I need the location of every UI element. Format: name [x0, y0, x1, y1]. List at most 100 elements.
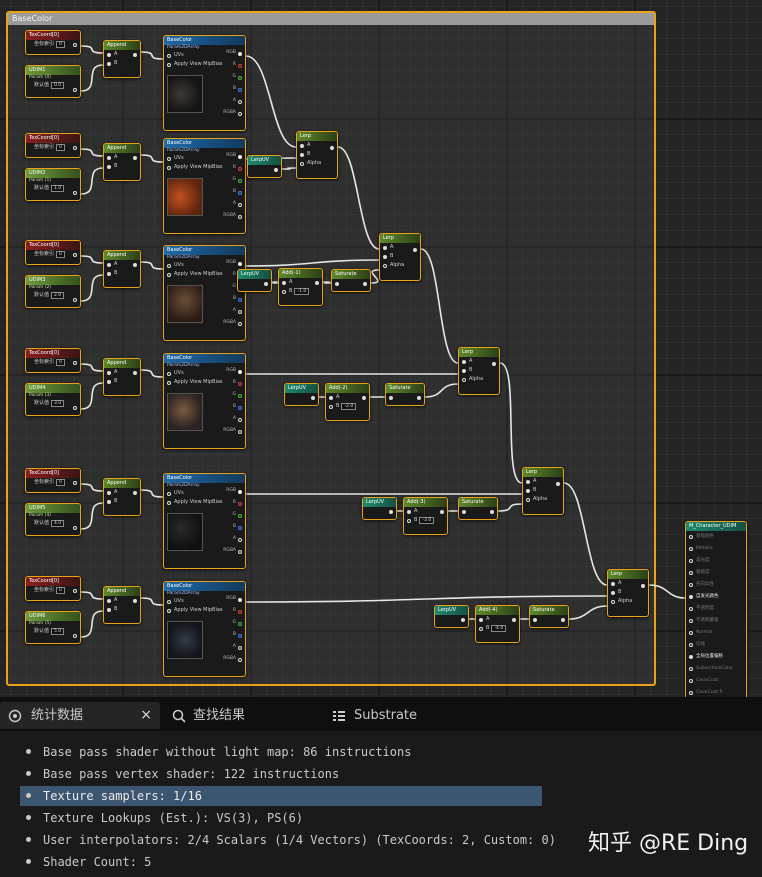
texcoord-index-field[interactable]: 0: [56, 251, 65, 258]
input-pin[interactable]: [167, 62, 171, 67]
udim-param-node-6[interactable]: UDIM6 Param (5) 默认值 5.0: [25, 611, 81, 644]
lerpuv-node-3[interactable]: LerpUV: [284, 383, 319, 406]
texture-output-pin-rgb[interactable]: [238, 598, 242, 602]
texture-output-pin-g[interactable]: [238, 179, 242, 183]
input-pin[interactable]: [479, 626, 483, 631]
texture-output-pin-rgb[interactable]: [238, 52, 242, 56]
wire[interactable]: [140, 154, 164, 163]
texcoord-index-field[interactable]: 0: [56, 359, 65, 366]
input-pin[interactable]: [383, 263, 387, 268]
texture-output-pin-r[interactable]: [238, 610, 242, 614]
input-pin[interactable]: [282, 280, 286, 285]
udim-output-pin[interactable]: [73, 406, 77, 410]
texture-output-pin-rgba[interactable]: [238, 658, 242, 662]
texture-output-pin-b[interactable]: [238, 298, 242, 302]
input-pin[interactable]: [611, 581, 615, 586]
stats-line[interactable]: Texture Lookups (Est.): VS(3), PS(6): [20, 808, 542, 828]
input-pin[interactable]: [167, 371, 171, 376]
texcoord-index-field[interactable]: 0: [56, 587, 65, 594]
append-node-6[interactable]: Append A B: [103, 586, 141, 624]
wire[interactable]: [80, 363, 104, 372]
texture-output-pin-g[interactable]: [238, 622, 242, 626]
close-icon[interactable]: ×: [140, 702, 152, 729]
lerp-output-pin[interactable]: [556, 482, 560, 486]
udim-output-pin[interactable]: [73, 298, 77, 302]
input-pin[interactable]: [383, 254, 387, 259]
input-pin[interactable]: [107, 164, 111, 169]
udim-output-pin[interactable]: [73, 88, 77, 92]
saturate-input-pin[interactable]: [533, 618, 537, 622]
udim-default-field[interactable]: 0.0: [51, 82, 65, 89]
saturate-input-pin[interactable]: [389, 396, 393, 400]
udim-default-field[interactable]: 4.0: [51, 520, 65, 527]
texture-output-pin-b[interactable]: [238, 88, 242, 92]
input-pin[interactable]: [107, 271, 111, 276]
input-pin[interactable]: [479, 617, 483, 622]
wire[interactable]: [424, 383, 459, 398]
input-pin[interactable]: [526, 497, 530, 502]
texcoord-node-3[interactable]: TexCoord[0] 坐标索引 0: [25, 240, 81, 265]
wire[interactable]: [80, 167, 104, 195]
wire[interactable]: [140, 51, 164, 60]
input-pin[interactable]: [167, 380, 171, 385]
udim-param-node-3[interactable]: UDIM3 Param (2) 默认值 2.0: [25, 275, 81, 308]
texture-output-pin-a[interactable]: [238, 538, 242, 542]
texture-output-pin-b[interactable]: [238, 406, 242, 410]
lerp-output-pin[interactable]: [492, 362, 496, 366]
texture-sample-node-6[interactable]: BaseColor Param2DArray UVs Apply View MipBi…: [163, 581, 246, 677]
wire[interactable]: [80, 274, 104, 302]
material-input-pin[interactable]: [689, 607, 693, 611]
input-pin[interactable]: [383, 245, 387, 250]
input-pin[interactable]: [329, 404, 333, 409]
add-node-3[interactable]: Add(-3) A B -3.0: [403, 497, 448, 535]
material-input-pin[interactable]: [689, 679, 693, 683]
lerpuv-node-5[interactable]: LerpUV: [434, 605, 469, 628]
wire[interactable]: [80, 591, 104, 600]
add-output-pin[interactable]: [440, 510, 444, 514]
texture-output-pin-b[interactable]: [238, 634, 242, 638]
input-pin[interactable]: [300, 143, 304, 148]
append-node-3[interactable]: Append A B: [103, 250, 141, 288]
saturate-node-4[interactable]: Saturate: [529, 605, 569, 628]
input-pin[interactable]: [107, 598, 111, 603]
material-input-pin[interactable]: [689, 619, 693, 623]
input-pin[interactable]: [107, 52, 111, 57]
lerp-node-5[interactable]: Lerp A B Alpha: [607, 569, 649, 617]
udim-output-pin[interactable]: [73, 526, 77, 530]
texture-thumbnail[interactable]: [167, 393, 203, 431]
wire[interactable]: [80, 45, 104, 54]
texture-thumbnail[interactable]: [167, 621, 203, 659]
texture-output-pin-g[interactable]: [238, 394, 242, 398]
texture-sample-node-3[interactable]: BaseColor Param2DArray UVs Apply View MipBi…: [163, 245, 246, 341]
input-pin[interactable]: [167, 599, 171, 604]
texcoord-index-field[interactable]: 0: [56, 41, 65, 48]
add-node-1[interactable]: Add(-1) A B -1.0: [278, 268, 323, 306]
texcoord-index-field[interactable]: 0: [56, 144, 65, 151]
stats-line[interactable]: Base pass shader without light map: 86 i…: [20, 742, 542, 762]
input-pin[interactable]: [167, 53, 171, 58]
wire[interactable]: [140, 261, 164, 270]
lerp-node-2[interactable]: Lerp A B Alpha: [379, 233, 421, 281]
input-pin[interactable]: [526, 479, 530, 484]
texture-thumbnail[interactable]: [167, 75, 203, 113]
wire[interactable]: [80, 255, 104, 264]
input-pin[interactable]: [167, 272, 171, 277]
wire[interactable]: [370, 269, 380, 284]
udim-output-pin[interactable]: [73, 634, 77, 638]
udim-param-node-2[interactable]: UDIM2 Param (1) 默认值 1.0: [25, 168, 81, 201]
udim-default-field[interactable]: 3.0: [51, 400, 65, 407]
texture-sample-node-1[interactable]: BaseColor Param2DArray UVs Apply View MipBi…: [163, 35, 246, 131]
material-input-pin[interactable]: [689, 643, 693, 647]
texture-output-pin-g[interactable]: [238, 76, 242, 80]
add-node-2[interactable]: Add(-2) A B -2.0: [325, 383, 370, 421]
lerp-node-4[interactable]: Lerp A B Alpha: [522, 467, 564, 515]
saturate-input-pin[interactable]: [335, 282, 339, 286]
texture-output-pin-rgb[interactable]: [238, 155, 242, 159]
material-input-pin[interactable]: [689, 631, 693, 635]
add-b-value-field[interactable]: -3.0: [419, 517, 435, 524]
texcoord-output-pin[interactable]: [73, 43, 77, 47]
texture-output-pin-rgb[interactable]: [238, 262, 242, 266]
material-input-pin[interactable]: [689, 559, 693, 563]
append-node-1[interactable]: Append A B: [103, 40, 141, 78]
wire[interactable]: [497, 503, 523, 512]
